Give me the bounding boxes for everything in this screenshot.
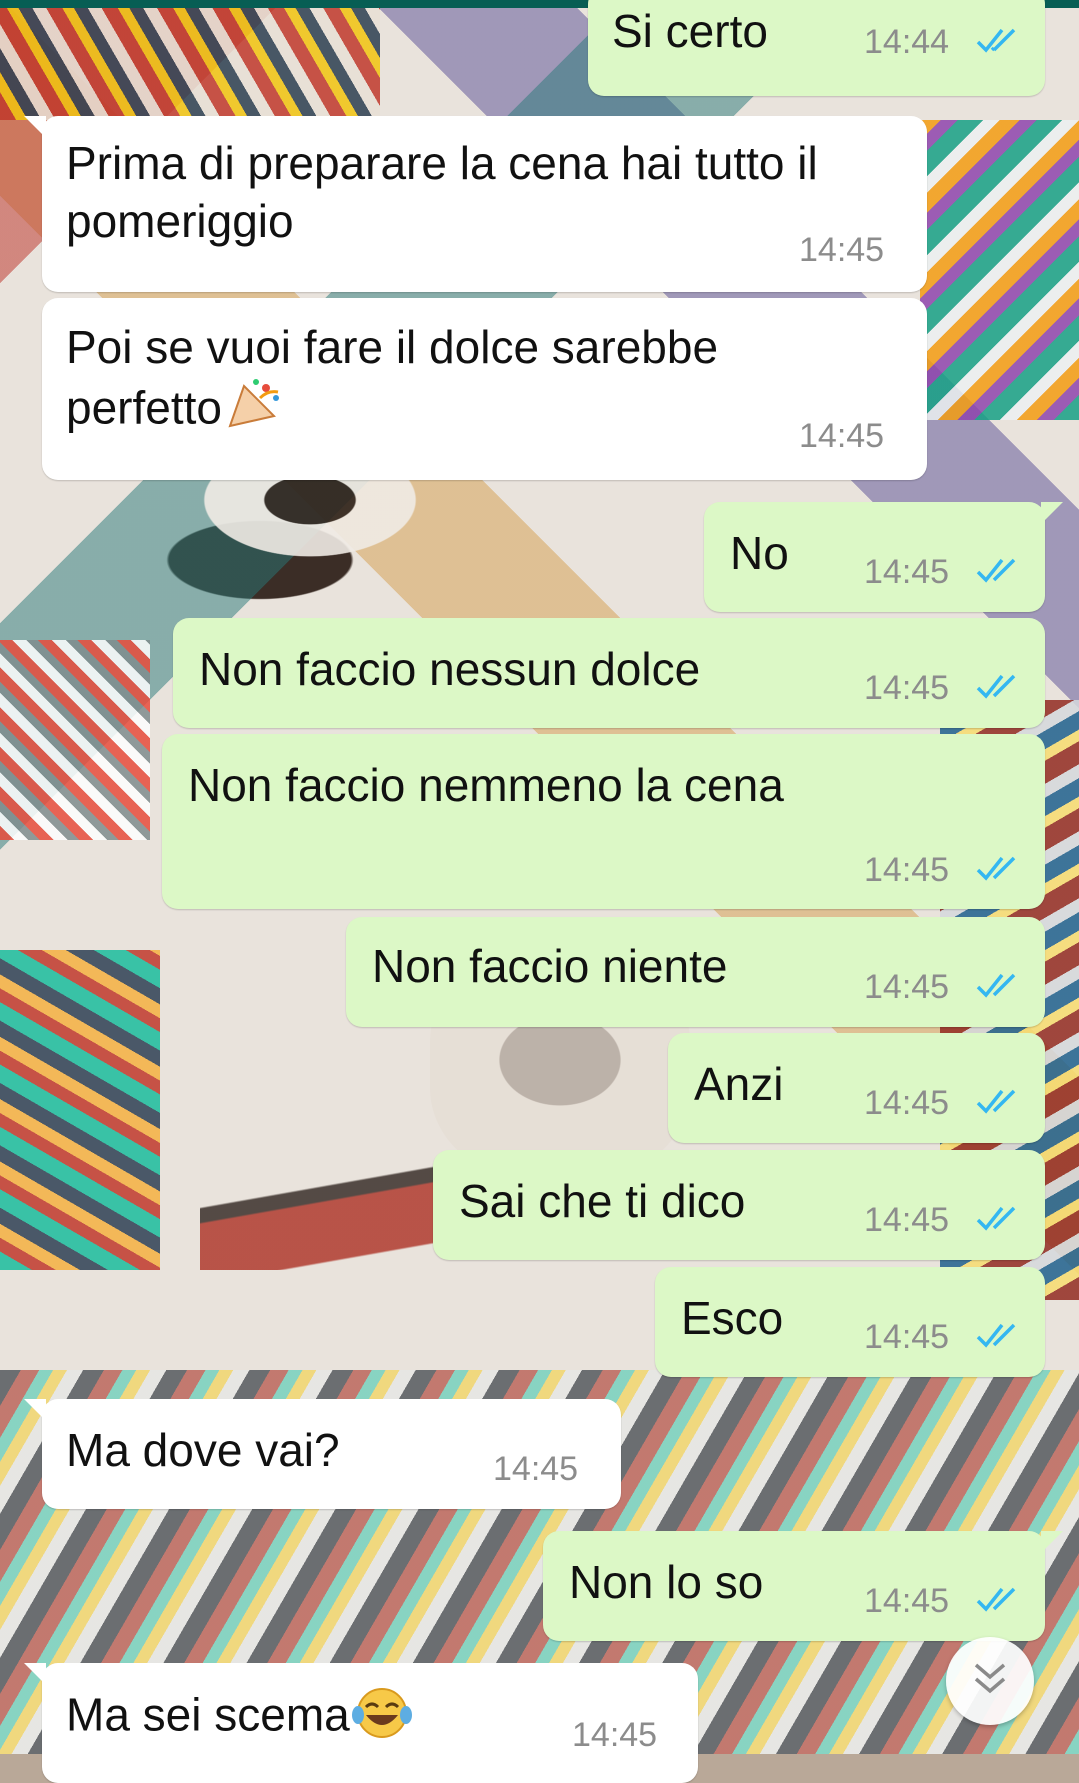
message-text-content: Ma sei scema: [66, 1688, 350, 1741]
read-receipt-icon: [976, 672, 1022, 702]
read-receipt-icon: [976, 556, 1022, 586]
message-text: Poi se vuoi fare il dolce sarebbe perfet…: [66, 318, 866, 447]
party-popper-emoji: [222, 376, 286, 447]
message-bubble-outgoing[interactable]: Anzi 14:45: [668, 1033, 1045, 1143]
message-time: 14:44: [864, 23, 950, 61]
message-bubble-outgoing[interactable]: Non faccio niente 14:45: [346, 917, 1045, 1027]
message-text-content: Poi se vuoi fare il dolce sarebbe perfet…: [66, 321, 731, 434]
message-time: 14:45: [572, 1716, 658, 1754]
double-chevron-down-icon: [968, 1659, 1012, 1704]
message-bubble-outgoing[interactable]: Esco 14:45: [655, 1267, 1045, 1377]
message-text: Non faccio niente: [372, 940, 728, 992]
message-text: No: [730, 527, 789, 579]
message-bubble-outgoing[interactable]: No 14:45: [704, 502, 1063, 612]
scroll-to-bottom-button[interactable]: [946, 1637, 1034, 1725]
read-receipt-icon: [976, 1087, 1022, 1117]
message-time: 14:45: [864, 968, 950, 1006]
message-bubble-incoming[interactable]: Ma dove vai? 14:45: [24, 1399, 621, 1509]
read-receipt-icon: [976, 26, 1022, 56]
message-bubble-incoming[interactable]: Ma sei scema 14:45: [24, 1663, 698, 1783]
message-time: 14:45: [799, 417, 885, 455]
read-receipt-icon: [976, 971, 1022, 1001]
message-text: Ma dove vai?: [66, 1424, 340, 1476]
read-receipt-icon: [976, 1321, 1022, 1351]
read-receipt-icon: [976, 1204, 1022, 1234]
message-text: Ma sei scema: [66, 1683, 414, 1754]
message-text: Non lo so: [569, 1556, 764, 1608]
message-time: 14:45: [864, 1201, 950, 1239]
read-receipt-icon: [976, 1585, 1022, 1615]
message-time: 14:45: [864, 1084, 950, 1122]
message-bubble-outgoing[interactable]: Non lo so 14:45: [543, 1531, 1063, 1641]
message-text: Si certo: [612, 5, 768, 57]
message-bubble-outgoing[interactable]: Non faccio nemmeno la cena 14:45: [162, 734, 1045, 909]
message-bubble-outgoing[interactable]: Non faccio nessun dolce 14:45: [173, 618, 1045, 728]
read-receipt-icon: [976, 854, 1022, 884]
tears-of-joy-emoji: [350, 1683, 414, 1754]
message-time: 14:45: [864, 1582, 950, 1620]
message-bubble-outgoing[interactable]: Si certo 14:44: [588, 0, 1045, 96]
message-text: Non faccio nemmeno la cena: [188, 759, 784, 811]
message-bubble-incoming[interactable]: Poi se vuoi fare il dolce sarebbe perfet…: [42, 298, 927, 480]
message-time: 14:45: [799, 231, 885, 269]
message-time: 14:45: [864, 553, 950, 591]
message-time: 14:45: [864, 1318, 950, 1356]
message-time: 14:45: [493, 1450, 579, 1488]
message-text: Esco: [681, 1292, 784, 1344]
message-bubble-incoming[interactable]: Prima di preparare la cena hai tutto il …: [24, 116, 927, 292]
message-time: 14:45: [864, 669, 950, 707]
message-text: Sai che ti dico: [459, 1175, 746, 1227]
message-text: Prima di preparare la cena hai tutto il …: [66, 137, 831, 247]
message-time: 14:45: [864, 851, 950, 889]
message-bubble-outgoing[interactable]: Sai che ti dico 14:45: [433, 1150, 1045, 1260]
message-text: Non faccio nessun dolce: [199, 643, 701, 695]
message-text: Anzi: [694, 1058, 784, 1110]
